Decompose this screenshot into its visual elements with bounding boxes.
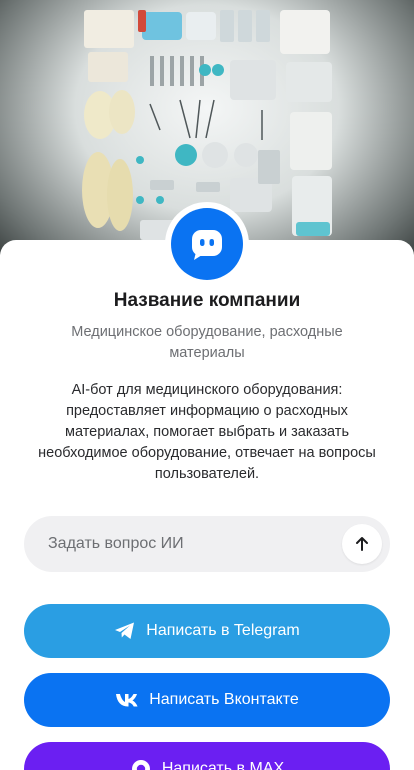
max-button[interactable]: Написать в MAX xyxy=(24,742,390,770)
telegram-button-label: Написать в Telegram xyxy=(146,622,300,639)
vk-button-label: Написать Вконтакте xyxy=(149,691,299,708)
bot-description: AI-бот для медицинского оборудования: пр… xyxy=(38,382,376,482)
company-avatar xyxy=(165,202,249,286)
company-category: Медицинское оборудование, расходные мате… xyxy=(71,324,343,361)
bot-face-icon xyxy=(171,208,243,280)
vk-icon xyxy=(115,692,139,708)
ask-ai-input[interactable] xyxy=(48,535,342,553)
company-name: Название компании xyxy=(113,290,301,311)
arrow-up-icon xyxy=(356,537,368,551)
max-icon xyxy=(130,758,152,770)
send-button[interactable] xyxy=(342,524,382,564)
ask-ai-box xyxy=(24,516,390,572)
telegram-icon xyxy=(114,621,136,641)
telegram-button[interactable]: Написать в Telegram xyxy=(24,604,390,658)
vk-button[interactable]: Написать Вконтакте xyxy=(24,673,390,727)
max-button-label: Написать в MAX xyxy=(161,760,285,770)
